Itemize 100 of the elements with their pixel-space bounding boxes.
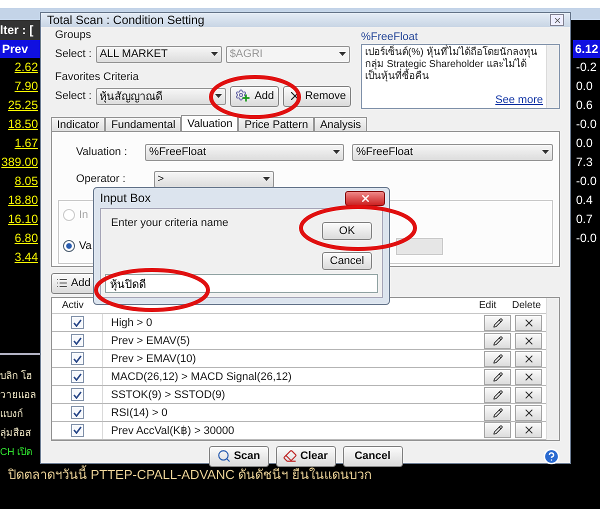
condition-cell-text: RSI(14) > 0 <box>110 406 169 418</box>
tab[interactable]: Analysis <box>314 117 368 131</box>
section-label: Favorites Criteria <box>55 71 140 84</box>
check-icon <box>72 390 82 399</box>
checkbox[interactable] <box>70 424 84 437</box>
change-cell-text: 0.4 <box>575 192 594 209</box>
add-condition-button[interactable]: Add <box>51 272 96 294</box>
group-dropdown[interactable]: ALL MARKET <box>96 46 222 62</box>
search-icon <box>216 449 231 463</box>
delete-button[interactable] <box>515 368 542 385</box>
change-cell-text: -0.0 <box>575 173 598 190</box>
section-label: Groups <box>55 29 92 42</box>
news-line: บลิก โฮ <box>0 369 32 384</box>
radio-button[interactable] <box>63 240 75 252</box>
scrollbar[interactable] <box>546 298 559 440</box>
close-button[interactable] <box>345 190 385 206</box>
price-cell-text: 6.80 <box>14 230 39 247</box>
check-icon <box>72 372 82 381</box>
see-more-link[interactable]: See more <box>495 94 543 106</box>
close-icon <box>360 192 370 204</box>
pencil-icon <box>492 390 502 400</box>
tab[interactable]: Valuation <box>181 115 238 131</box>
news-line: CH เปิด <box>0 446 32 460</box>
condition-cell-text: High > 0 <box>110 316 154 329</box>
caret-icon <box>215 94 222 98</box>
prompt-text: Enter your criteria name <box>111 217 228 231</box>
column-header: 6.12 <box>573 40 600 58</box>
edit-button[interactable] <box>484 368 511 385</box>
tab[interactable]: Fundamental <box>105 117 182 131</box>
column-header: Activ <box>61 300 85 312</box>
edit-button[interactable] <box>484 404 511 420</box>
edit-button[interactable] <box>484 314 511 331</box>
tab[interactable]: Indicator <box>51 117 106 131</box>
close-icon <box>522 316 534 329</box>
scrollbar[interactable] <box>546 45 559 108</box>
eraser-icon <box>283 449 298 463</box>
clear-button[interactable]: Clear <box>276 446 336 466</box>
close-icon <box>522 388 534 401</box>
delete-button[interactable] <box>515 350 542 367</box>
checkbox[interactable] <box>70 370 84 384</box>
name-input-field[interactable]: หุ้นปิดดี <box>105 274 378 293</box>
cancel-button[interactable]: Cancel <box>342 446 402 466</box>
caret-icon <box>333 150 340 154</box>
check-icon <box>72 318 82 327</box>
price-cell-text: 16.10 <box>6 211 39 228</box>
delete-button[interactable] <box>515 386 542 403</box>
news-line: ลุ่มสือส <box>0 426 31 441</box>
delete-button[interactable] <box>515 404 542 420</box>
edit-button[interactable] <box>484 350 511 367</box>
field-label: Valuation : <box>76 146 128 158</box>
checkbox[interactable] <box>70 406 84 419</box>
delete-button[interactable] <box>515 332 542 349</box>
window-title: Input Box <box>100 191 151 205</box>
valuation-dropdown[interactable]: %FreeFloat <box>352 144 553 160</box>
description-title: %FreeFloat <box>361 31 419 44</box>
caret-icon <box>338 52 346 56</box>
value-field[interactable] <box>396 238 443 255</box>
pencil-icon <box>492 372 502 382</box>
price-cell-text: 18.80 <box>6 192 39 209</box>
change-cell-text: -0.0 <box>575 230 598 247</box>
valuation-dropdown[interactable]: %FreeFloat <box>145 144 344 160</box>
scan-button[interactable]: Scan <box>208 446 268 466</box>
add-button[interactable]: Add <box>230 86 280 106</box>
price-cell-text: 2.62 <box>14 59 39 76</box>
remove-button[interactable]: Remove <box>283 86 351 106</box>
ok-button[interactable]: OK <box>322 222 372 240</box>
favorites-dropdown[interactable]: หุ้นสัญญาณดี <box>96 88 226 104</box>
close-button[interactable] <box>550 14 564 26</box>
edit-button[interactable] <box>484 332 511 349</box>
edit-button[interactable] <box>484 386 511 403</box>
cancel-button[interactable]: Cancel <box>322 252 372 270</box>
checkbox[interactable] <box>70 316 84 330</box>
delete-button[interactable] <box>515 422 542 438</box>
radio-label: In <box>79 209 88 222</box>
price-cell-text: 8.05 <box>14 173 39 190</box>
checkbox[interactable] <box>70 334 84 348</box>
change-cell-text: 7.3 <box>575 154 594 171</box>
checkbox[interactable] <box>70 352 84 366</box>
pencil-icon <box>492 425 502 436</box>
check-icon <box>72 336 82 345</box>
pencil-icon <box>492 318 502 328</box>
operator-dropdown[interactable]: > <box>154 170 274 188</box>
help-icon[interactable] <box>543 448 560 464</box>
edit-button[interactable] <box>484 422 511 438</box>
close-icon <box>522 424 534 436</box>
price-cell-text: 7.90 <box>14 78 39 95</box>
delete-button[interactable] <box>515 314 542 331</box>
price-cell-text: 1.67 <box>14 135 39 152</box>
checkbox[interactable] <box>70 388 84 402</box>
field-label: Operator : <box>76 173 126 185</box>
pencil-icon <box>492 354 502 364</box>
price-cell-text: 389.00 <box>0 154 39 171</box>
check-icon <box>72 426 82 434</box>
tab[interactable]: Price Pattern <box>238 117 314 131</box>
pencil-icon <box>492 336 502 346</box>
change-cell-text: -0.2 <box>575 59 598 76</box>
change-cell-text: -0.0 <box>575 116 598 133</box>
caret-icon <box>262 177 270 181</box>
news-line: แบงก์ <box>0 407 23 422</box>
gear-plus-icon <box>235 89 252 103</box>
